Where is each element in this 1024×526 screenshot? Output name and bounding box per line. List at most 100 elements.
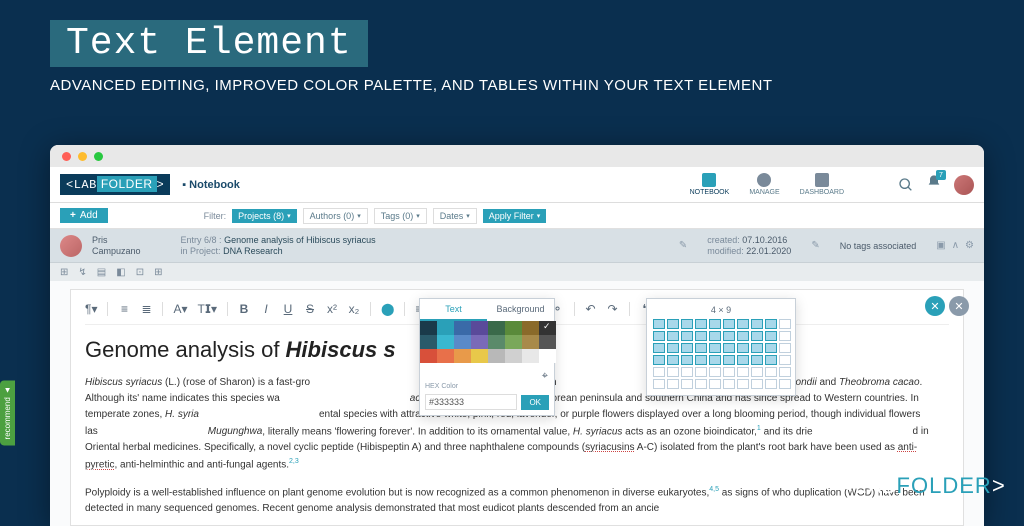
font-size-menu[interactable]: T𝗜▾ bbox=[198, 302, 218, 316]
color-swatch[interactable] bbox=[437, 335, 454, 349]
table-cell[interactable] bbox=[765, 355, 777, 365]
table-cell[interactable] bbox=[695, 367, 707, 377]
table-cell[interactable] bbox=[681, 367, 693, 377]
table-cell[interactable] bbox=[681, 343, 693, 353]
table-cell[interactable] bbox=[723, 343, 735, 353]
underline-button[interactable]: U bbox=[282, 302, 294, 316]
notebook-label[interactable]: ▪ Notebook bbox=[182, 179, 240, 191]
color-swatch[interactable] bbox=[505, 321, 522, 335]
color-swatch[interactable] bbox=[488, 335, 505, 349]
table-cell[interactable] bbox=[695, 343, 707, 353]
bold-button[interactable]: B bbox=[238, 302, 250, 316]
table-cell[interactable] bbox=[681, 331, 693, 341]
redo-button[interactable]: ↷ bbox=[607, 302, 619, 316]
user-avatar[interactable] bbox=[954, 175, 974, 195]
nav-manage[interactable]: MANAGE bbox=[749, 173, 779, 196]
filter-dates[interactable]: Dates▾ bbox=[433, 208, 477, 224]
color-button[interactable]: ⬤ bbox=[381, 302, 394, 316]
table-cell[interactable] bbox=[695, 331, 707, 341]
color-swatch[interactable] bbox=[437, 321, 454, 335]
table-cell[interactable] bbox=[709, 319, 721, 329]
tool-icon[interactable]: ▤ bbox=[97, 267, 106, 278]
ok-button[interactable]: OK bbox=[521, 395, 549, 410]
eyedropper-icon[interactable]: ⌖ bbox=[542, 370, 548, 382]
nav-notebook[interactable]: NOTEBOOK bbox=[690, 173, 730, 196]
color-swatch[interactable] bbox=[454, 335, 471, 349]
table-cell[interactable] bbox=[709, 367, 721, 377]
filter-tags[interactable]: Tags (0)▾ bbox=[374, 208, 427, 224]
table-cell[interactable] bbox=[737, 343, 749, 353]
color-swatch[interactable] bbox=[522, 335, 539, 349]
table-cell[interactable] bbox=[723, 379, 735, 389]
maximize-window-icon[interactable] bbox=[94, 152, 103, 161]
strike-button[interactable]: S bbox=[304, 302, 316, 316]
table-cell[interactable] bbox=[765, 343, 777, 353]
close-window-icon[interactable] bbox=[62, 152, 71, 161]
color-swatch[interactable] bbox=[471, 335, 488, 349]
table-cell[interactable] bbox=[751, 379, 763, 389]
table-cell[interactable] bbox=[779, 343, 791, 353]
add-button[interactable]: Add bbox=[60, 208, 108, 223]
table-cell[interactable] bbox=[723, 355, 735, 365]
table-cell[interactable] bbox=[653, 379, 665, 389]
table-cell[interactable] bbox=[737, 319, 749, 329]
filter-projects[interactable]: Projects (8)▾ bbox=[232, 209, 297, 223]
table-cell[interactable] bbox=[737, 331, 749, 341]
color-swatch[interactable] bbox=[522, 321, 539, 335]
font-menu[interactable]: A▾ bbox=[173, 302, 187, 316]
table-cell[interactable] bbox=[667, 367, 679, 377]
color-swatch[interactable] bbox=[488, 349, 505, 363]
table-cell[interactable] bbox=[779, 367, 791, 377]
table-cell[interactable] bbox=[765, 367, 777, 377]
color-swatch[interactable] bbox=[420, 321, 437, 335]
indent-left-icon[interactable]: ≡ bbox=[118, 302, 130, 316]
table-cell[interactable] bbox=[779, 355, 791, 365]
table-cell[interactable] bbox=[667, 355, 679, 365]
color-swatch[interactable] bbox=[539, 349, 556, 363]
superscript-button[interactable]: x² bbox=[326, 302, 338, 316]
comment-icon[interactable]: ▣ bbox=[936, 240, 945, 251]
table-cell[interactable] bbox=[681, 355, 693, 365]
table-cell[interactable] bbox=[667, 331, 679, 341]
settings-icon[interactable]: ⚙ bbox=[965, 240, 974, 251]
table-cell[interactable] bbox=[779, 319, 791, 329]
table-cell[interactable] bbox=[751, 367, 763, 377]
table-cell[interactable] bbox=[681, 319, 693, 329]
tool-icon[interactable]: ◧ bbox=[116, 267, 125, 278]
table-cell[interactable] bbox=[751, 331, 763, 341]
undo-button[interactable]: ↶ bbox=[585, 302, 597, 316]
indent-right-icon[interactable]: ≣ bbox=[140, 302, 152, 316]
table-cell[interactable] bbox=[653, 367, 665, 377]
edit-tags-icon[interactable]: ✎ bbox=[811, 240, 819, 251]
color-swatch[interactable] bbox=[420, 349, 437, 363]
paragraph-menu[interactable]: ¶▾ bbox=[85, 302, 97, 316]
table-cell[interactable] bbox=[765, 331, 777, 341]
notifications-button[interactable]: 7 bbox=[926, 174, 942, 195]
table-cell[interactable] bbox=[709, 343, 721, 353]
table-cell[interactable] bbox=[653, 355, 665, 365]
minimize-window-icon[interactable] bbox=[78, 152, 87, 161]
table-cell[interactable] bbox=[751, 343, 763, 353]
tab-text-color[interactable]: Text bbox=[420, 299, 487, 321]
table-cell[interactable] bbox=[653, 319, 665, 329]
table-cell[interactable] bbox=[695, 379, 707, 389]
table-cell[interactable] bbox=[695, 319, 707, 329]
table-cell[interactable] bbox=[709, 331, 721, 341]
tool-icon[interactable]: ⊡ bbox=[136, 267, 144, 278]
table-cell[interactable] bbox=[653, 331, 665, 341]
table-cell[interactable] bbox=[667, 379, 679, 389]
color-swatch[interactable] bbox=[454, 349, 471, 363]
color-swatch[interactable] bbox=[522, 349, 539, 363]
filter-authors[interactable]: Authors (0)▾ bbox=[303, 208, 368, 224]
nav-dashboard[interactable]: DASHBOARD bbox=[800, 173, 844, 196]
color-swatch[interactable] bbox=[471, 321, 488, 335]
table-cell[interactable] bbox=[653, 343, 665, 353]
table-cell[interactable] bbox=[737, 367, 749, 377]
table-cell[interactable] bbox=[695, 355, 707, 365]
table-cell[interactable] bbox=[779, 379, 791, 389]
collapse-icon[interactable]: ∧ bbox=[952, 240, 959, 251]
app-logo[interactable]: <LABFOLDER> bbox=[60, 174, 170, 195]
table-cell[interactable] bbox=[751, 319, 763, 329]
table-cell[interactable] bbox=[723, 367, 735, 377]
italic-button[interactable]: I bbox=[260, 302, 272, 316]
